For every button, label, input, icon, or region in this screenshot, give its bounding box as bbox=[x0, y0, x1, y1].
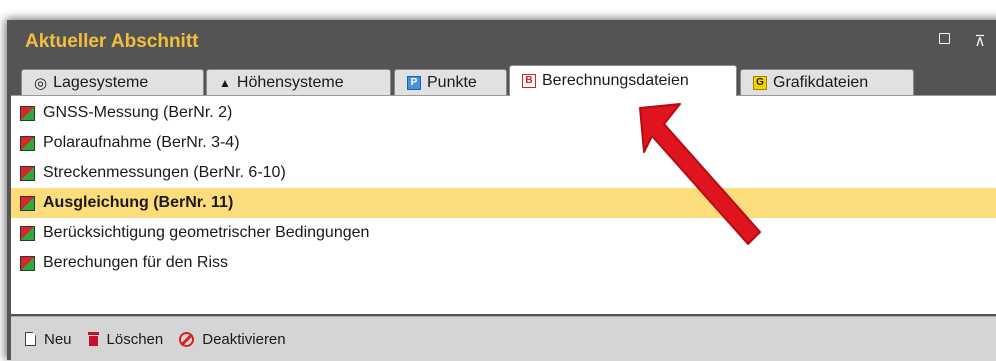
pin-icon[interactable]: ⊼ bbox=[973, 33, 987, 49]
panel-title: Aktueller Abschnitt bbox=[25, 31, 199, 52]
deactivate-icon bbox=[179, 331, 195, 347]
current-section-panel: Aktueller Abschnitt ⊼ ◎ Lagesysteme ▲ Hö… bbox=[7, 20, 996, 361]
target-icon: ◎ bbox=[34, 74, 48, 92]
tab-label: Höhensysteme bbox=[236, 73, 344, 91]
deactivate-button[interactable]: Deaktivieren bbox=[179, 330, 286, 348]
list-item-label: Berechungen für den Riss bbox=[43, 254, 228, 271]
tab-grafikdateien[interactable]: G Grafikdateien bbox=[740, 69, 914, 95]
mountain-icon: ▲ bbox=[219, 75, 231, 90]
list-item-label: Ausgleichung (BerNr. 11) bbox=[43, 194, 234, 211]
restore-window-icon[interactable] bbox=[937, 33, 951, 49]
calculation-file-icon bbox=[20, 255, 35, 271]
list-item[interactable]: Streckenmessungen (BerNr. 6-10) bbox=[11, 158, 996, 188]
deactivate-label: Deaktivieren bbox=[202, 330, 286, 348]
list-item-label: Polaraufnahme (BerNr. 3-4) bbox=[43, 134, 240, 151]
new-label: Neu bbox=[44, 330, 72, 348]
tab-lagesysteme[interactable]: ◎ Lagesysteme bbox=[21, 69, 204, 95]
bottom-toolbar: Neu Löschen Deaktivieren bbox=[11, 316, 996, 361]
trash-icon bbox=[87, 332, 99, 346]
calculation-file-icon bbox=[20, 195, 35, 211]
tab-label: Punkte bbox=[427, 73, 477, 91]
calculation-file-icon bbox=[20, 225, 35, 241]
calculation-file-icon bbox=[20, 135, 35, 151]
new-document-icon bbox=[25, 332, 36, 346]
g-icon: G bbox=[753, 75, 767, 90]
p-icon: P bbox=[407, 75, 421, 90]
tab-berechnungsdateien[interactable]: B Berechnungsdateien bbox=[509, 65, 737, 96]
tab-hoehensysteme[interactable]: ▲ Höhensysteme bbox=[206, 69, 391, 95]
list-item[interactable]: Berechungen für den Riss bbox=[11, 248, 996, 278]
calculation-file-icon bbox=[20, 165, 35, 181]
b-icon: B bbox=[522, 74, 536, 88]
list-item-label: GNSS-Messung (BerNr. 2) bbox=[43, 104, 233, 121]
tab-label: Grafikdateien bbox=[773, 73, 869, 91]
list-item-label: Berücksichtigung geometrischer Bedingung… bbox=[43, 224, 370, 241]
new-button[interactable]: Neu bbox=[25, 331, 72, 348]
list-item[interactable]: GNSS-Messung (BerNr. 2) bbox=[11, 98, 996, 128]
delete-label: Löschen bbox=[106, 330, 164, 348]
list-item[interactable]: Berücksichtigung geometrischer Bedingung… bbox=[11, 218, 996, 248]
list-item-selected[interactable]: Ausgleichung (BerNr. 11) bbox=[11, 188, 996, 218]
calculation-file-icon bbox=[20, 105, 35, 121]
list-item-label: Streckenmessungen (BerNr. 6-10) bbox=[43, 164, 286, 181]
calculation-file-list: GNSS-Messung (BerNr. 2) Polaraufnahme (B… bbox=[11, 95, 996, 314]
tab-punkte[interactable]: P Punkte bbox=[394, 69, 507, 95]
tab-label: Lagesysteme bbox=[53, 73, 149, 91]
list-item[interactable]: Polaraufnahme (BerNr. 3-4) bbox=[11, 128, 996, 158]
tab-label: Berechnungsdateien bbox=[542, 72, 689, 89]
delete-button[interactable]: Löschen bbox=[87, 330, 164, 348]
